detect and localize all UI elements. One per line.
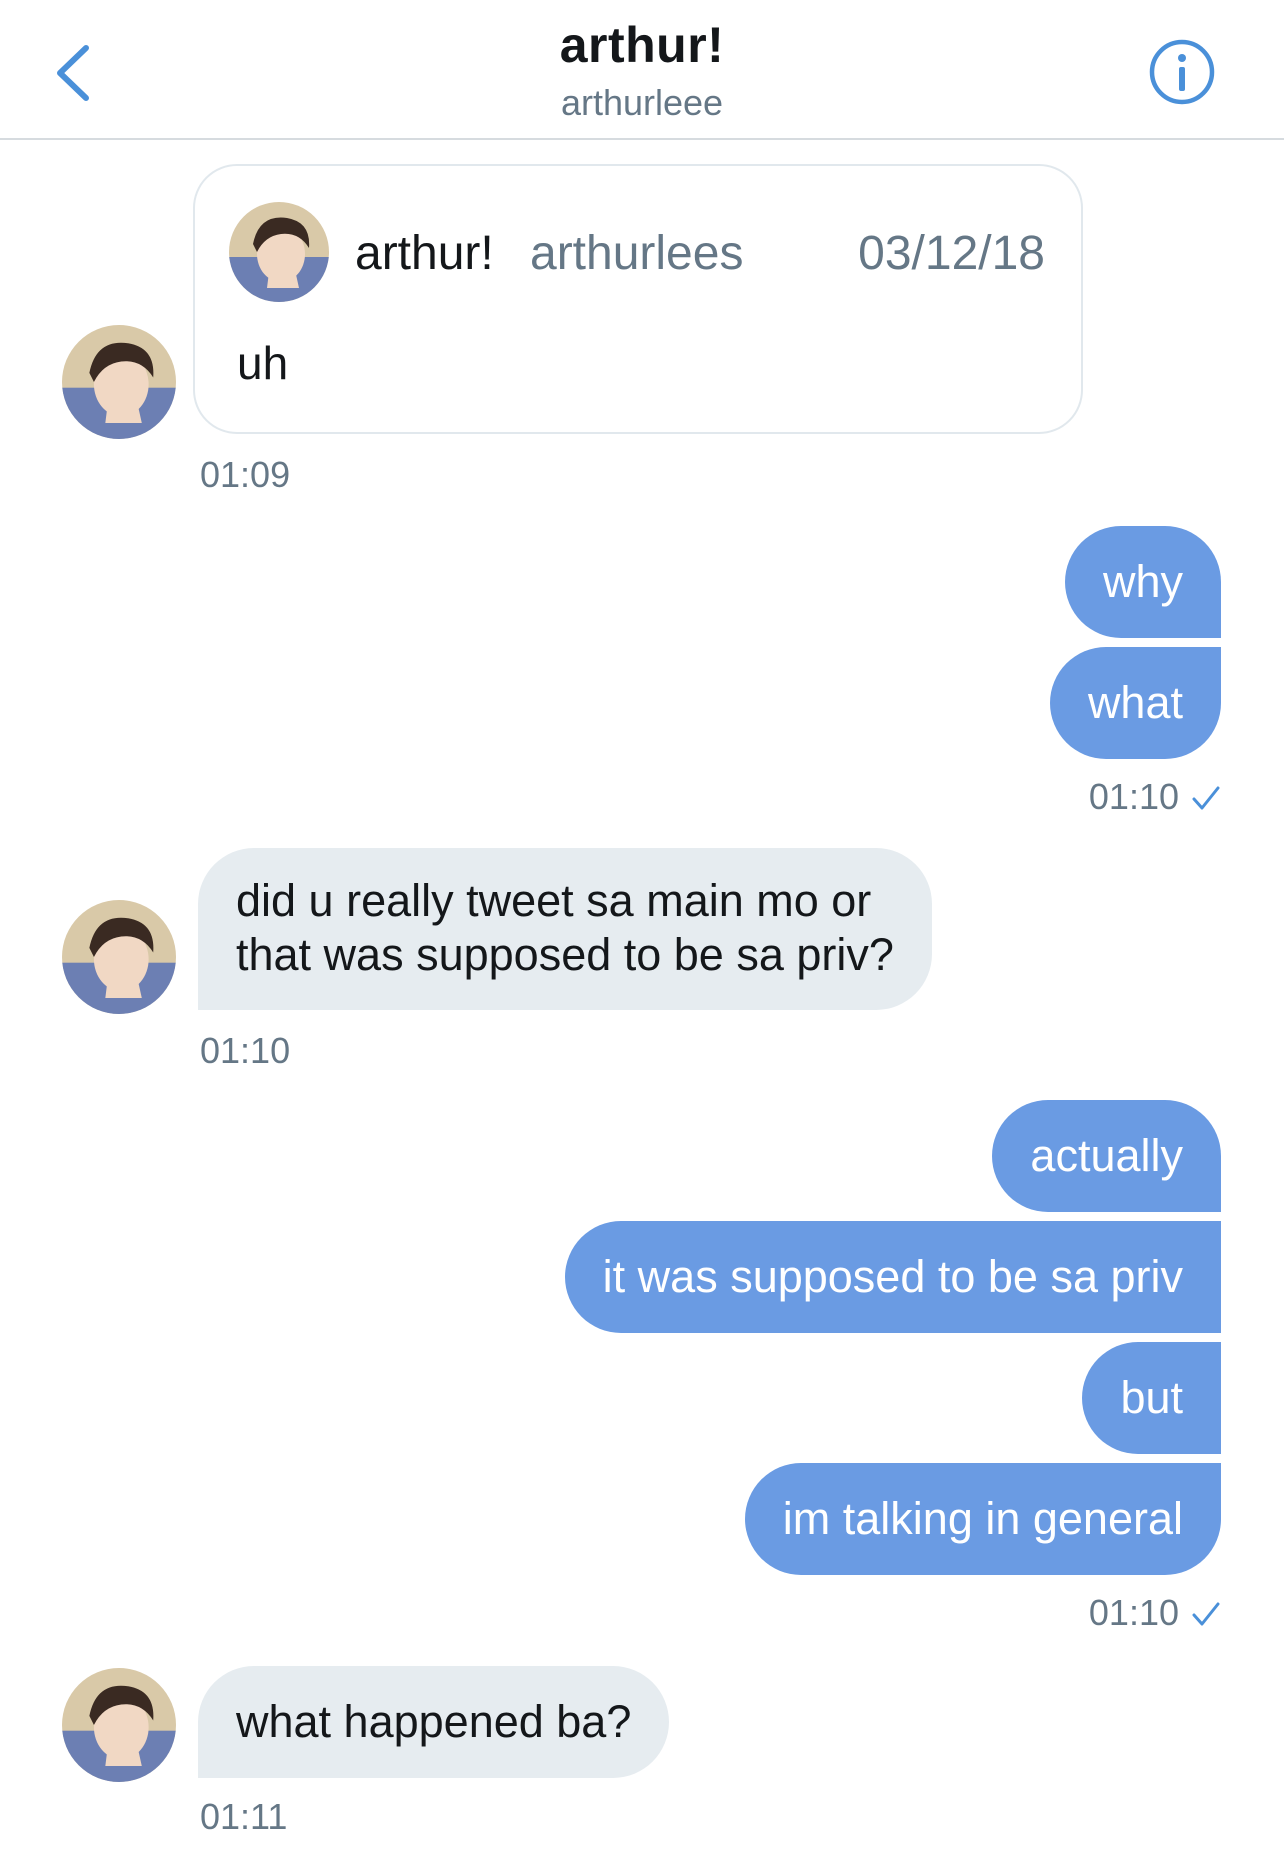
message-timestamp: 01:10 [1088,1592,1179,1633]
message-bubble-outgoing[interactable]: why [1064,526,1221,638]
avatar[interactable] [62,325,176,439]
message-line: did u really tweet sa main mo or [236,875,872,926]
checkmark-icon [1192,786,1220,810]
avatar[interactable] [62,900,176,1014]
quoted-tweet-text: uh [237,337,289,389]
quoted-tweet-handle: arthurlees [530,227,744,280]
avatar-photo [62,1668,176,1782]
message-timestamp: 01:10 [1088,776,1179,817]
message-timestamp-row: 01:10 [1089,776,1221,818]
conversation-header: arthur! arthurleee [0,0,1284,140]
message-bubble-outgoing[interactable]: but [1082,1342,1221,1454]
message-bubble-outgoing[interactable]: it was supposed to be sa priv [564,1221,1221,1333]
message-timestamp-row: 01:10 [1089,1592,1221,1634]
quoted-tweet-avatar [229,202,329,302]
quoted-tweet-card[interactable]: arthur! arthurlees 03/12/18 uh [193,164,1083,434]
message-line: that was supposed to be sa priv? [236,929,894,980]
avatar-photo [62,325,176,439]
message-bubble-incoming[interactable]: did u really tweet sa main mo or that wa… [198,848,932,1010]
conversation-username[interactable]: arthurleee [0,82,1284,124]
avatar-photo [62,900,176,1014]
info-icon [1149,39,1215,105]
avatar[interactable] [62,1668,176,1782]
avatar-photo [229,202,329,302]
info-button[interactable] [1148,38,1216,106]
checkmark-icon [1192,1602,1220,1626]
conversation-title[interactable]: arthur! [0,16,1284,74]
message-timestamp: 01:10 [200,1030,291,1071]
message-timestamp: 01:09 [200,454,291,495]
quoted-tweet-date: 03/12/18 [858,227,1045,280]
quoted-tweet-name: arthur! [355,227,494,280]
message-timestamp: 01:11 [200,1796,288,1837]
message-bubble-outgoing[interactable]: actually [992,1100,1221,1212]
message-bubble-incoming[interactable]: what happened ba? [198,1666,670,1778]
message-bubble-outgoing[interactable]: im talking in general [744,1463,1221,1575]
message-bubble-outgoing[interactable]: what [1049,647,1221,759]
